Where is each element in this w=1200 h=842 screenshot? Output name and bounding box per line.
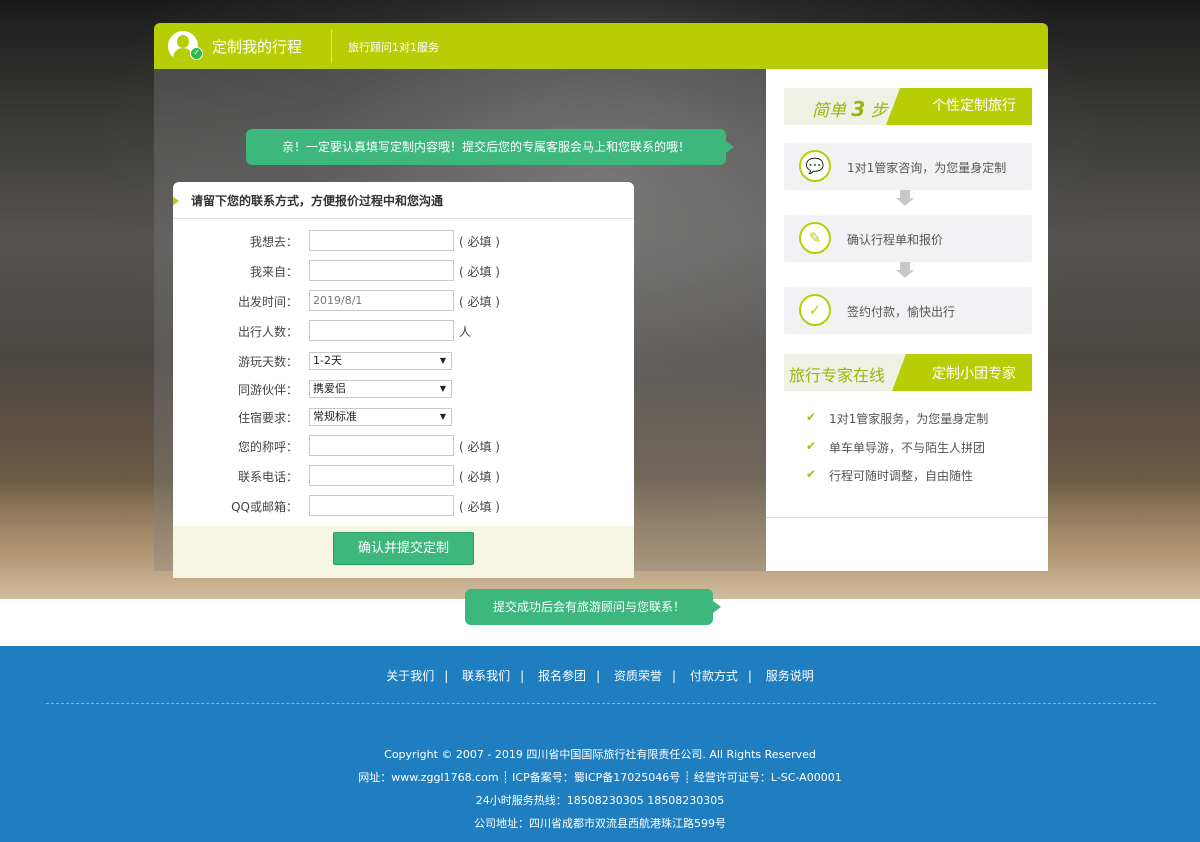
form-row-destination: 我想去： ( 必填 )	[173, 230, 634, 252]
form-row-qq-email: QQ或邮箱： ( 必填 )	[173, 495, 634, 517]
footer-divider	[46, 703, 1156, 704]
nav-separator: |	[596, 669, 601, 683]
check-icon: ✓	[799, 294, 831, 326]
accommodation-selected-value: 常规标准	[313, 410, 357, 423]
page-title: 定制我的行程	[212, 38, 303, 56]
form-title: 请留下您的联系方式，方便报价过程中和您沟通	[173, 182, 634, 219]
edit-icon: ✎	[799, 222, 831, 254]
expert-banner-title: 旅行专家在线	[789, 366, 886, 385]
copyright-text: Copyright © 2007 - 2019 四川省中国国际旅行社有限责任公司…	[384, 748, 816, 761]
required-note: ( 必填 )	[459, 500, 500, 514]
required-note: ( 必填 )	[459, 440, 500, 454]
form-row-travelers: 出行人数： 人	[173, 320, 634, 342]
steps-banner-title: 简单 3 步	[812, 97, 888, 121]
form-row-origin: 我来自： ( 必填 )	[173, 260, 634, 282]
checkmark-icon: ✔	[806, 467, 817, 481]
feature-text: 单车单导游，不与陌生人拼团	[829, 441, 986, 455]
steps-banner: 简单 3 步 个性定制旅行	[784, 88, 1032, 125]
field-label: 出发时间：	[237, 295, 298, 309]
footer-link-service[interactable]: 服务说明	[766, 667, 814, 684]
companion-selected-value: 携爱侣	[313, 382, 346, 395]
field-label: 住宿要求：	[237, 411, 298, 425]
form-row-days: 游玩天数： 1-2天 ▼	[173, 350, 634, 372]
step-text: 1对1管家咨询，为您量身定制	[847, 161, 1007, 175]
custom-trip-panel: ✓ 定制我的行程 旅行顾问1对1服务 亲！一定要认真填写定制内容哦！提交后您的专…	[154, 23, 1048, 625]
step-item: 💬 1对1管家咨询，为您量身定制	[784, 143, 1032, 190]
required-note: ( 必填 )	[459, 235, 500, 249]
dropdown-arrow-icon: ▼	[439, 412, 446, 421]
steps-sidebar: 简单 3 步 个性定制旅行 💬 1对1管家咨询，为您量身定制 ✎ 确认行程单和报…	[766, 69, 1048, 571]
field-label: 我来自：	[249, 265, 298, 279]
feature-text: 行程可随时调整，自由随性	[829, 469, 974, 483]
notice-bubble-bottom: 提交成功后会有旅游顾问与您联系！	[465, 589, 721, 625]
footer-nav: 关于我们 | 联系我们 | 报名参团 | 资质荣誉 | 付款方式 | 服务说明	[0, 667, 1200, 684]
field-label: 您的称呼：	[237, 440, 298, 454]
travelers-count-input[interactable]	[309, 320, 454, 341]
field-label: 同游伙伴：	[237, 383, 298, 397]
address-text: 公司地址：四川省成都市双流县西航港珠江路599号	[474, 817, 726, 830]
page-subtitle: 旅行顾问1对1服务	[348, 41, 439, 54]
phone-input[interactable]	[309, 465, 454, 486]
checkmark-icon: ✔	[806, 439, 817, 453]
field-label: 出行人数：	[237, 325, 298, 339]
submit-button[interactable]: 确认并提交定制	[333, 532, 474, 565]
nav-separator: |	[747, 669, 752, 683]
nav-separator: |	[671, 669, 676, 683]
form-row-accommodation: 住宿要求： 常规标准 ▼	[173, 406, 634, 428]
expert-banner: 旅行专家在线 定制小团专家	[784, 354, 1032, 391]
footer-link-honors[interactable]: 资质荣誉	[614, 667, 662, 684]
header-divider	[331, 29, 332, 63]
footer-link-about[interactable]: 关于我们	[386, 667, 434, 684]
dropdown-arrow-icon: ▼	[439, 356, 446, 365]
nav-separator: |	[520, 669, 525, 683]
form-row-companion: 同游伙伴： 携爱侣 ▼	[173, 378, 634, 400]
step-text: 确认行程单和报价	[847, 233, 944, 247]
form-area: 亲！一定要认真填写定制内容哦！提交后您的专属客服会马上和您联系的哦！ 请留下您的…	[154, 69, 766, 625]
form-row-departure-date: 出发时间： ( 必填 )	[173, 290, 634, 312]
step-text: 签约付款，愉快出行	[847, 305, 956, 319]
departure-date-input[interactable]	[309, 290, 454, 311]
footer-link-contact[interactable]: 联系我们	[462, 667, 510, 684]
field-label: 联系电话：	[237, 470, 298, 484]
footer-link-payment[interactable]: 付款方式	[690, 667, 738, 684]
feature-text: 1对1管家服务，为您量身定制	[829, 412, 989, 426]
name-input[interactable]	[309, 435, 454, 456]
expert-banner-label: 定制小团专家	[892, 354, 1032, 391]
panel-header: ✓ 定制我的行程 旅行顾问1对1服务	[154, 23, 1048, 69]
step-item: ✓ 签约付款，愉快出行	[784, 287, 1032, 334]
footer-link-signup[interactable]: 报名参团	[538, 667, 586, 684]
qq-email-input[interactable]	[309, 495, 454, 516]
hotline-text: 24小时服务热线：18508230305 18508230305	[475, 794, 725, 807]
form-row-phone: 联系电话： ( 必填 )	[173, 465, 634, 487]
days-selected-value: 1-2天	[313, 354, 342, 367]
chat-bubble-icon: 💬	[799, 150, 831, 182]
contact-form: 请留下您的联系方式，方便报价过程中和您沟通 我想去： ( 必填 ) 我来自： (…	[173, 182, 634, 578]
dropdown-arrow-icon: ▼	[439, 384, 446, 393]
field-label: 游玩天数：	[237, 355, 298, 369]
step-item: ✎ 确认行程单和报价	[784, 215, 1032, 262]
form-footer: 确认并提交定制	[173, 526, 634, 578]
field-label: QQ或邮箱：	[231, 500, 298, 514]
checkmark-icon: ✔	[806, 410, 817, 424]
companion-select[interactable]: 携爱侣 ▼	[309, 380, 452, 398]
accommodation-select[interactable]: 常规标准 ▼	[309, 408, 452, 426]
required-note: ( 必填 )	[459, 265, 500, 279]
unit-label: 人	[459, 325, 472, 339]
verified-check-icon: ✓	[190, 47, 203, 60]
destination-input[interactable]	[309, 230, 454, 251]
notice-bubble-top: 亲！一定要认真填写定制内容哦！提交后您的专属客服会马上和您联系的哦！	[246, 129, 734, 165]
steps-banner-label: 个性定制旅行	[886, 88, 1032, 125]
days-select[interactable]: 1-2天 ▼	[309, 352, 452, 370]
required-note: ( 必填 )	[459, 295, 500, 309]
site-footer: 关于我们 | 联系我们 | 报名参团 | 资质荣誉 | 付款方式 | 服务说明 Copyr…	[0, 646, 1200, 842]
origin-input[interactable]	[309, 260, 454, 281]
field-label: 我想去：	[249, 235, 298, 249]
required-note: ( 必填 )	[459, 470, 500, 484]
nav-separator: |	[444, 669, 449, 683]
site-info-text: 网址：www.zggl1768.com ┊ ICP备案号：蜀ICP备170250…	[358, 771, 842, 784]
form-row-name: 您的称呼： ( 必填 )	[173, 435, 634, 457]
